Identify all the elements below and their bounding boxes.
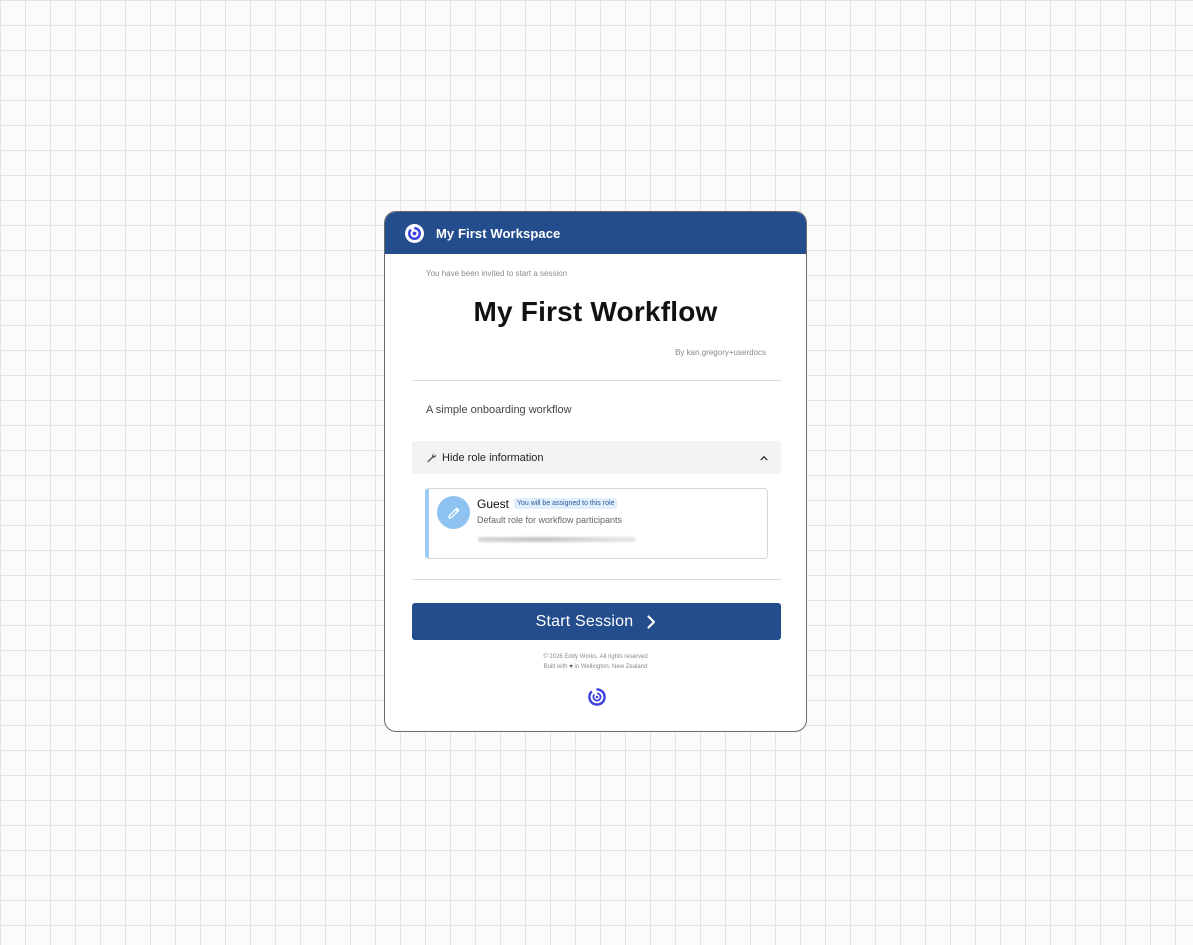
session-invite-card: My First Workspace You have been invited… bbox=[384, 211, 807, 732]
chevron-right-icon bbox=[645, 614, 657, 630]
brand-logo-icon bbox=[405, 223, 424, 243]
card-header: My First Workspace bbox=[385, 212, 806, 254]
divider bbox=[412, 579, 781, 580]
pencil-icon bbox=[437, 496, 470, 529]
toggle-role-info-label: Hide role information bbox=[442, 451, 544, 464]
role-card: Guest You will be assigned to this role … bbox=[425, 488, 768, 559]
author-byline: By kan.gregory+userdocs bbox=[675, 348, 766, 357]
role-redacted-text bbox=[478, 537, 636, 542]
invite-text: You have been invited to start a session bbox=[426, 269, 568, 278]
start-session-label: Start Session bbox=[535, 612, 634, 630]
built-with-prefix: Built with bbox=[543, 664, 568, 670]
workflow-description: A simple onboarding workflow bbox=[426, 404, 572, 416]
footer-brand-logo-icon bbox=[587, 687, 607, 707]
footer-copyright: © 2026 Eddy Works. All rights reserved bbox=[543, 654, 648, 660]
wrench-icon bbox=[426, 452, 437, 463]
divider bbox=[412, 380, 781, 381]
heart-icon: ♥ bbox=[569, 664, 573, 670]
start-session-button[interactable]: Start Session bbox=[412, 603, 781, 640]
footer-built-with: Built with ♥ in Wellington, New Zealand bbox=[385, 664, 806, 670]
workspace-title: My First Workspace bbox=[436, 225, 561, 241]
toggle-role-info-button[interactable]: Hide role information bbox=[412, 441, 781, 474]
role-description: Default role for workflow participants bbox=[477, 515, 623, 525]
built-with-suffix: in Wellington, New Zealand bbox=[574, 664, 648, 670]
workflow-title: My First Workflow bbox=[473, 296, 718, 327]
role-assigned-badge: You will be assigned to this role bbox=[514, 498, 618, 509]
chevron-up-icon bbox=[759, 453, 769, 463]
role-name: Guest bbox=[477, 497, 510, 511]
